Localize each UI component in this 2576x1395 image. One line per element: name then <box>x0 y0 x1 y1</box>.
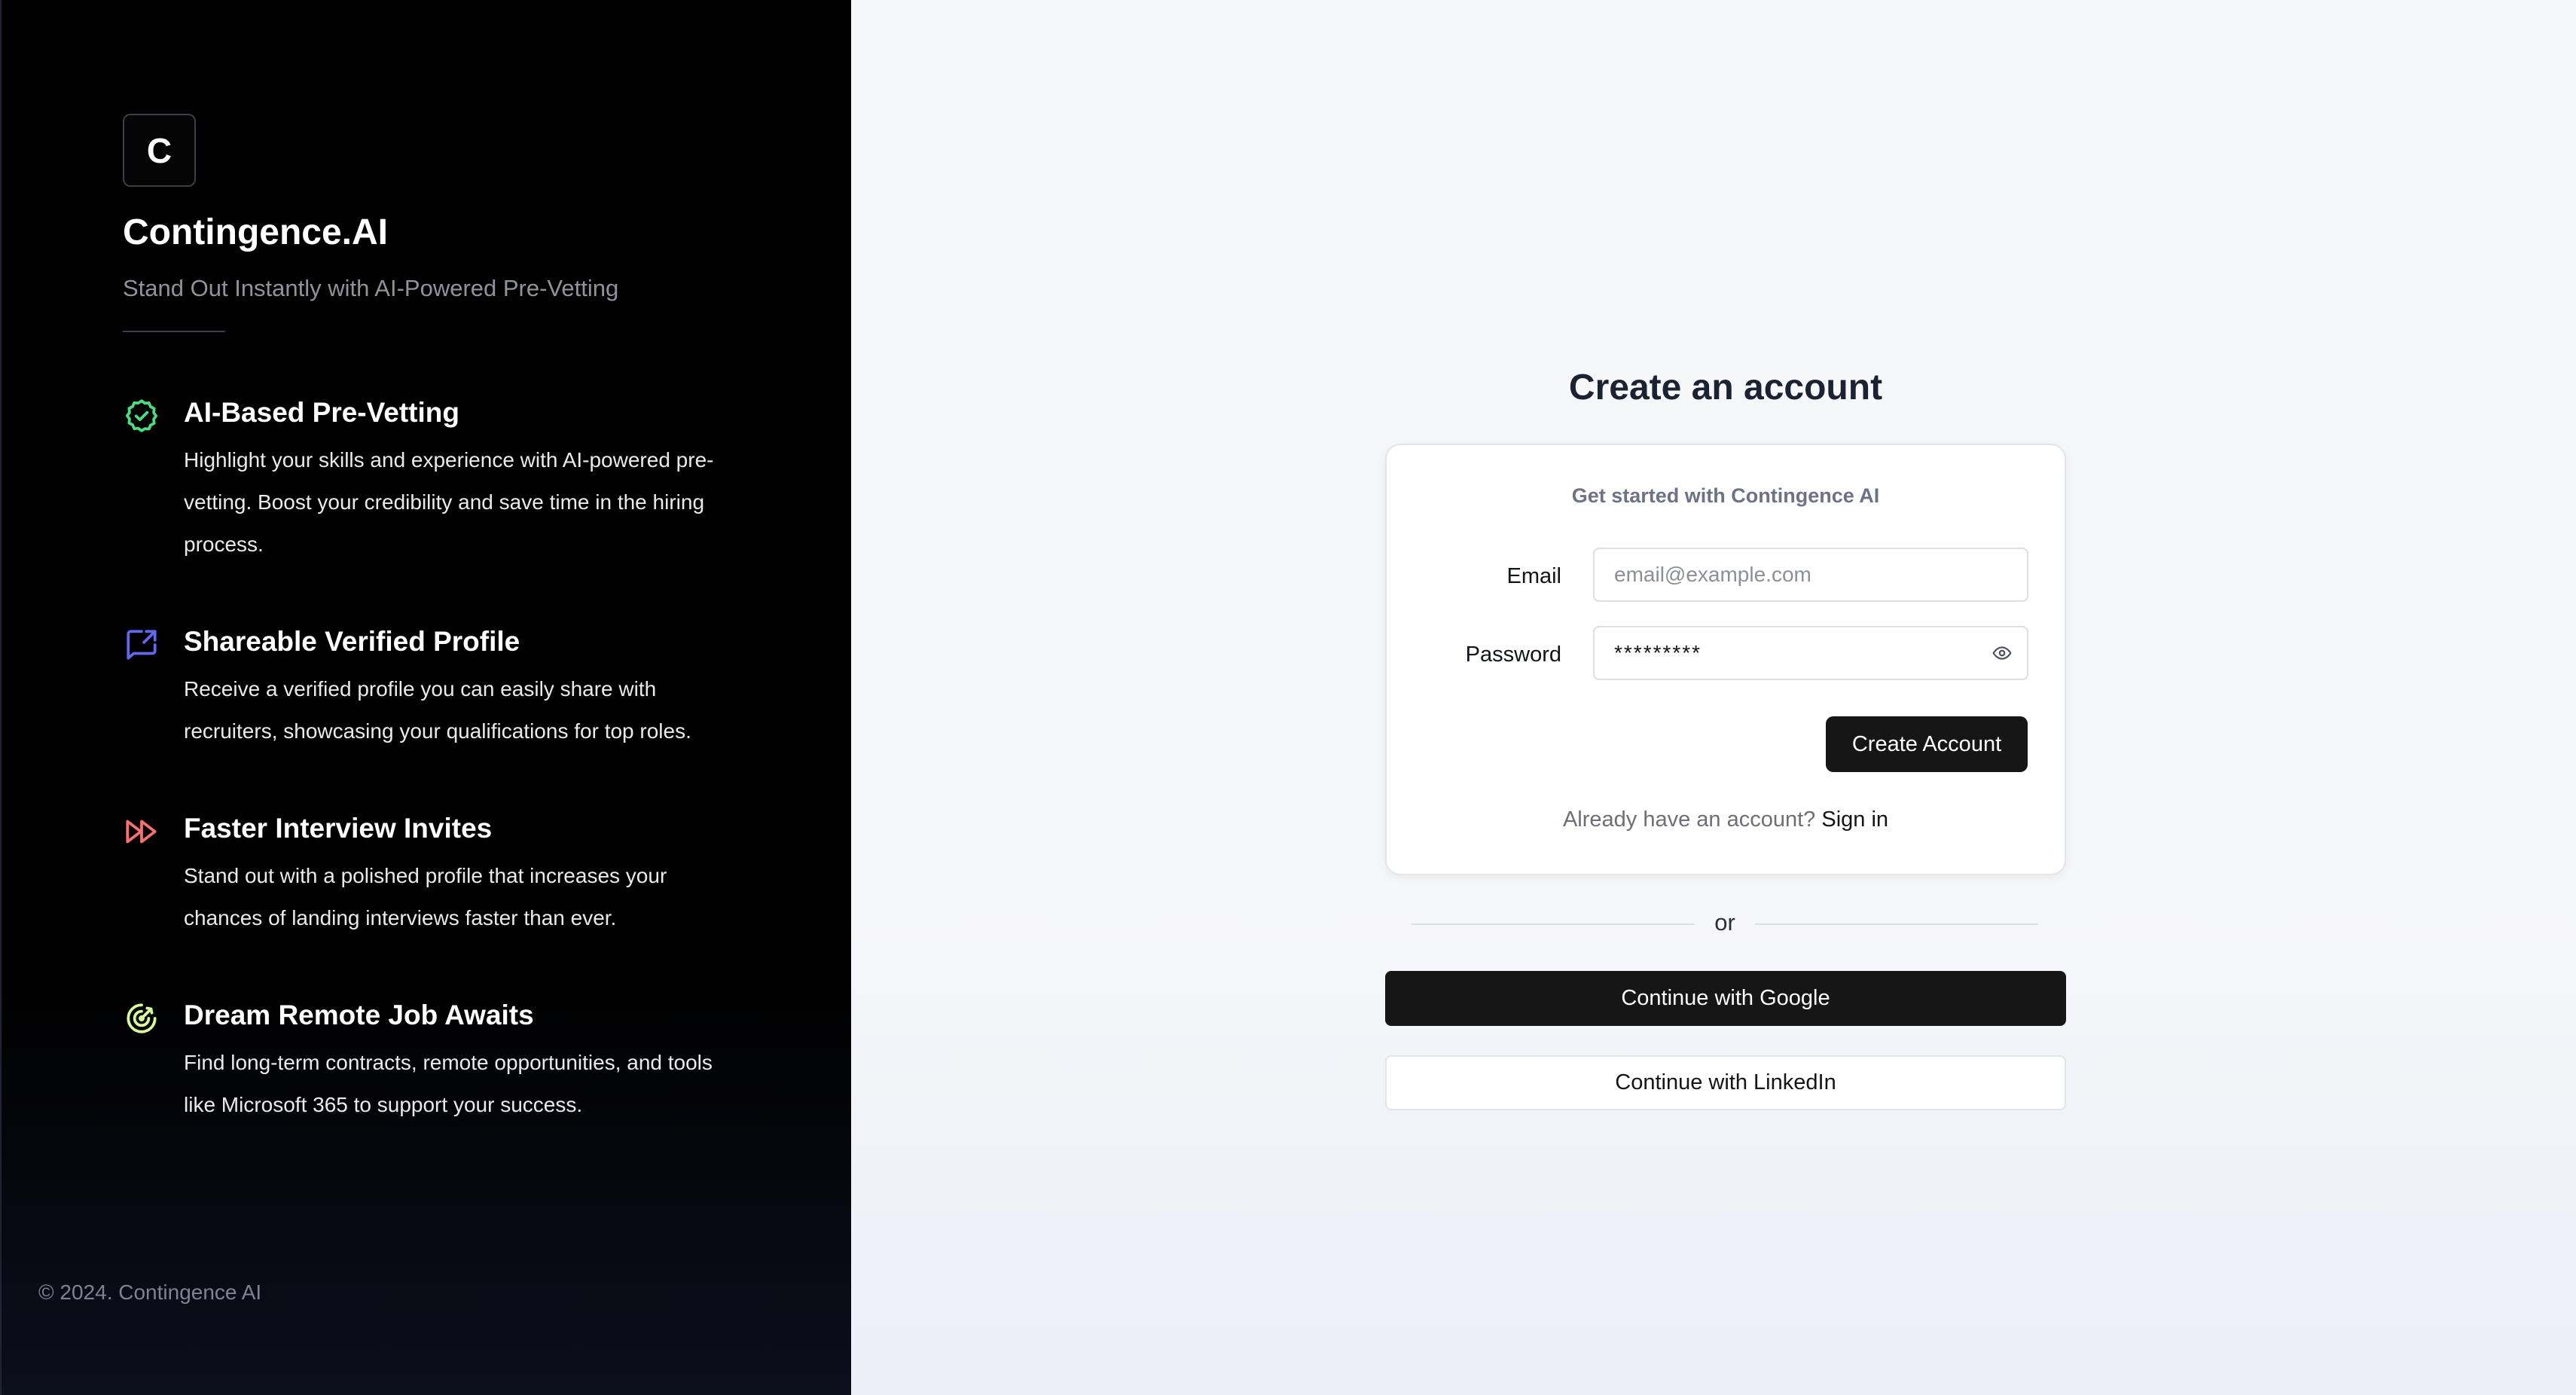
signup-card: Get started with Contingence AI Email Pa… <box>1385 444 2066 875</box>
page-title: Create an account <box>1568 368 1883 408</box>
email-field[interactable] <box>1593 548 2028 602</box>
sign-in-prompt-text: Already have an account? <box>1562 807 1822 832</box>
fast-forward-icon <box>126 820 157 844</box>
continue-with-linkedin-button[interactable]: Continue with LinkedIn <box>1385 1055 2066 1110</box>
brand-name: Contingence.AI <box>123 212 389 252</box>
or-text: or <box>1714 909 1735 936</box>
feature-title: Dream Remote Job Awaits <box>184 1000 534 1030</box>
feature-title: Shareable Verified Profile <box>184 626 520 657</box>
continue-with-google-button[interactable]: Continue with Google <box>1385 971 2066 1026</box>
feature-title: AI-Based Pre-Vetting <box>184 397 459 428</box>
copyright: © 2024. Contingence AI <box>38 1281 262 1304</box>
password-label: Password <box>1465 643 1561 667</box>
share-external-icon <box>127 630 157 660</box>
feature-description: Stand out with a polished profile that i… <box>184 864 667 929</box>
logo: C <box>123 114 196 187</box>
sign-in-prompt: Already have an account? Sign in <box>1387 807 2065 832</box>
feature-description: Receive a verified profile you can easil… <box>184 677 691 743</box>
feature-description: Highlight your skills and experience wit… <box>184 448 714 556</box>
logo-letter: C <box>146 130 172 170</box>
badge-check-icon <box>125 399 158 432</box>
feature-title: Faster Interview Invites <box>184 813 493 844</box>
divider <box>123 331 225 332</box>
eye-icon[interactable] <box>1991 643 2013 663</box>
or-divider: or <box>1412 909 2038 939</box>
password-field[interactable] <box>1593 626 2028 680</box>
card-subtitle: Get started with Contingence AI <box>1571 484 1880 507</box>
divider-line <box>1755 923 2038 925</box>
email-label: Email <box>1506 564 1561 588</box>
brand-tagline: Stand Out Instantly with AI-Powered Pre-… <box>123 275 619 301</box>
feature-description: Find long-term contracts, remote opportu… <box>184 1051 713 1116</box>
brand-panel: C Contingence.AI Stand Out Instantly wit… <box>0 0 851 1395</box>
sign-in-link[interactable]: Sign in <box>1821 807 1888 832</box>
create-account-button[interactable]: Create Account <box>1826 716 2028 772</box>
divider-line <box>1412 923 1695 925</box>
target-icon <box>127 1003 157 1033</box>
